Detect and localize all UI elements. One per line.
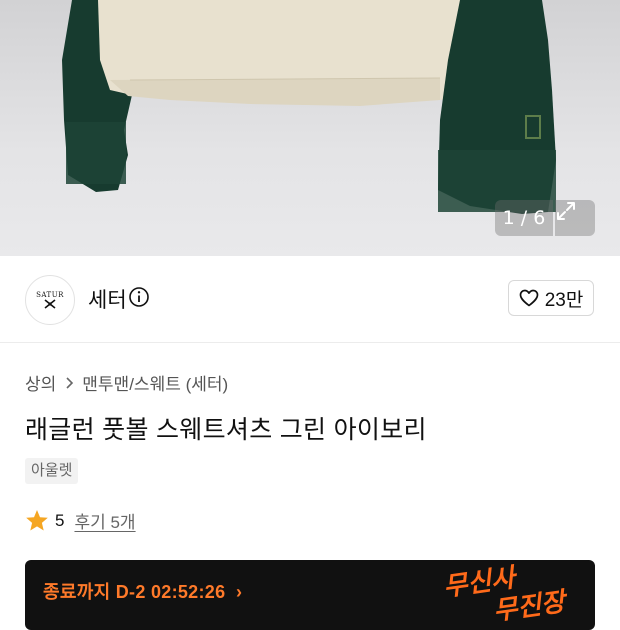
brand-logo-text: SATUR (36, 291, 64, 299)
expand-button[interactable] (555, 200, 595, 236)
heart-icon (519, 289, 539, 307)
star-icon (26, 510, 48, 531)
rating-score: 5 (55, 510, 65, 530)
product-image[interactable]: 1 / 6 (0, 0, 620, 256)
expand-icon (557, 202, 575, 220)
outlet-badge: 아울렛 (25, 458, 79, 484)
chevron-right-icon (66, 376, 74, 389)
like-button[interactable]: 23만 (508, 280, 594, 316)
image-counter: 1 / 6 (495, 200, 553, 236)
chevron-right-icon: › (230, 582, 243, 602)
breadcrumb: 상의 맨투맨/스웨트 (세터) (25, 370, 228, 395)
info-icon[interactable] (128, 286, 150, 308)
reviews-link[interactable]: 후기 5개 (74, 508, 135, 533)
rating-row: 5 후기 5개 (25, 508, 136, 533)
breadcrumb-subcategory[interactable]: 맨투맨/스웨트 (세터) (82, 370, 228, 395)
promo-logo: 무신사 무진장 (423, 560, 595, 626)
brand-logo[interactable]: SATUR (25, 275, 75, 325)
countdown-label: 종료까지 D-2 02:52:26 (43, 582, 226, 602)
breadcrumb-category[interactable]: 상의 (25, 370, 56, 395)
countdown-text: 종료까지 D-2 02:52:26 › (43, 578, 242, 604)
product-title: 래글런 풋볼 스웨트셔츠 그린 아이보리 (25, 416, 427, 444)
brand-row: SATUR 세터 23만 (0, 256, 620, 343)
brand-name[interactable]: 세터 (88, 284, 127, 314)
like-count: 23만 (544, 289, 584, 311)
brand-mark-icon (44, 299, 56, 309)
